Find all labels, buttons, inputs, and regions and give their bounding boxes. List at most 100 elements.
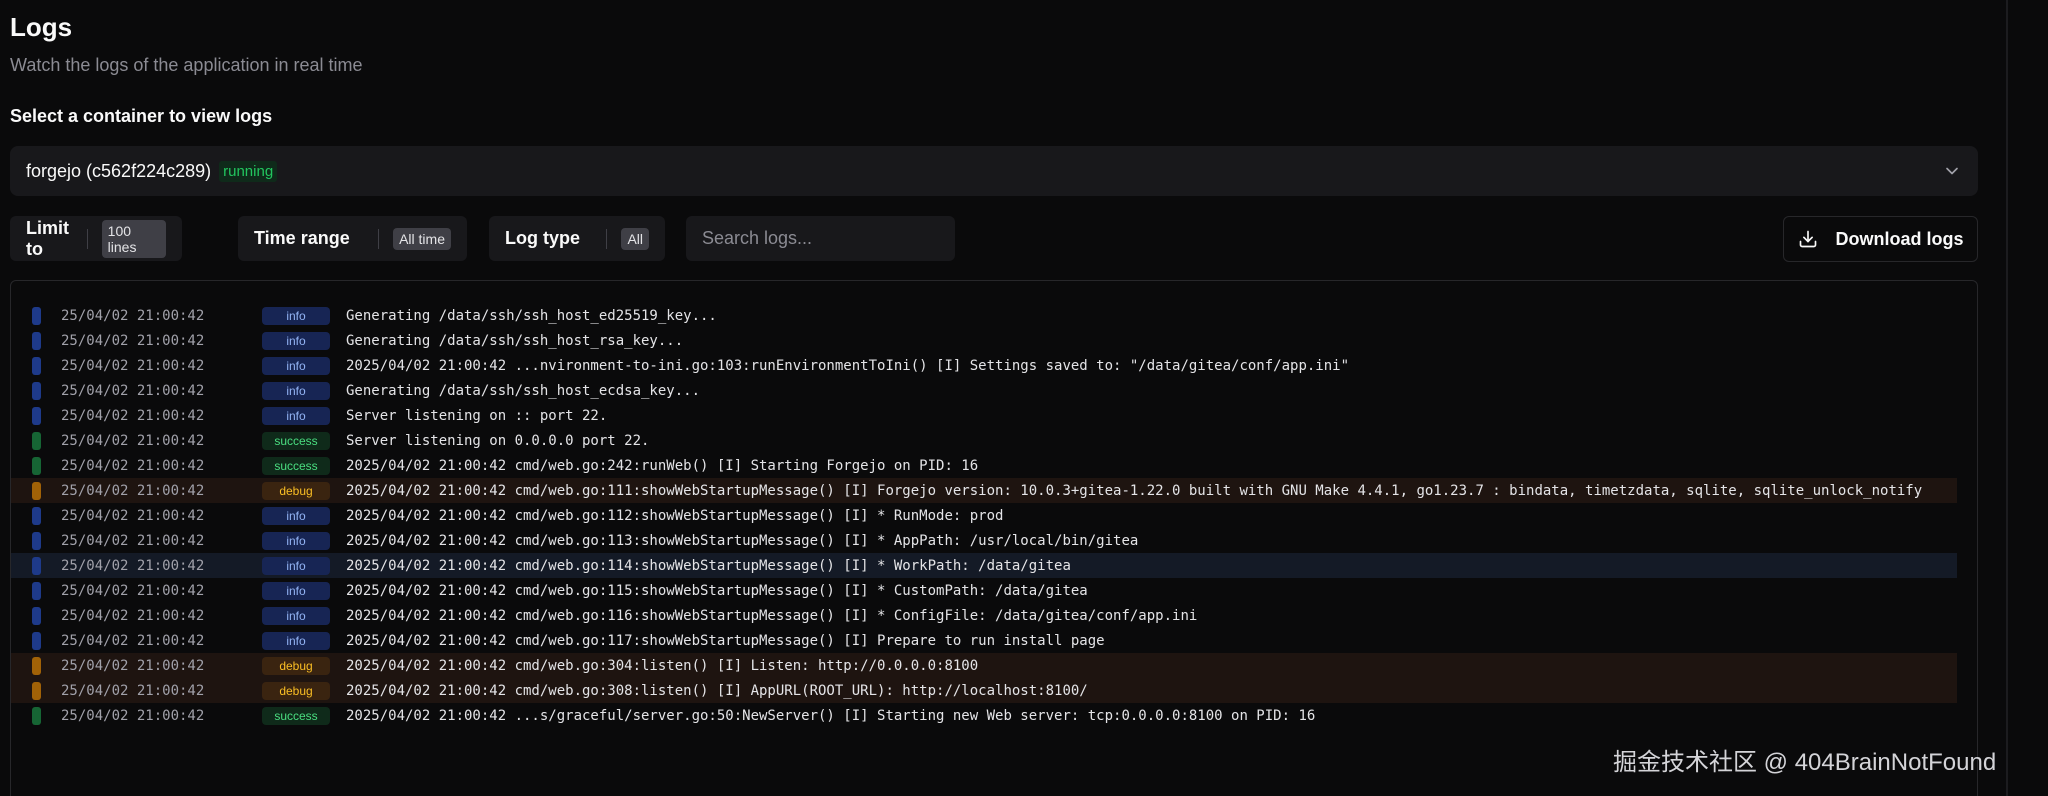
log-message: 2025/04/02 21:00:42 ...s/graceful/server… (346, 708, 1316, 724)
log-message: Generating /data/ssh/ssh_host_ed25519_ke… (346, 308, 717, 324)
log-message: 2025/04/02 21:00:42 cmd/web.go:116:showW… (346, 608, 1198, 624)
log-level-badge: info (262, 357, 330, 375)
time-range-filter-label: Time range (254, 228, 350, 248)
log-type-filter-divider (606, 228, 608, 249)
log-level-badge: info (262, 632, 330, 650)
log-level-badge: info (262, 382, 330, 400)
time-range-filter[interactable]: Time range All time (238, 216, 467, 261)
container-select[interactable]: forgejo (c562f224c289) running (10, 146, 1978, 196)
log-level-badge: success (262, 457, 330, 475)
log-row[interactable]: 25/04/02 21:00:42 success 2025/04/02 21:00… (11, 703, 1957, 728)
limit-filter-label: Limit to (26, 217, 69, 259)
log-row[interactable]: 25/04/02 21:00:42 info 2025/04/02 21:00:42… (11, 528, 1957, 553)
log-timestamp: 25/04/02 21:00:42 (61, 708, 205, 724)
log-level-indicator (32, 707, 41, 725)
log-level-indicator (32, 682, 41, 700)
log-message: Server listening on 0.0.0.0 port 22. (346, 433, 650, 449)
log-message: 2025/04/02 21:00:42 cmd/web.go:112:showW… (346, 508, 1004, 524)
log-message: Server listening on :: port 22. (346, 408, 608, 424)
log-row[interactable]: 25/04/02 21:00:42 debug 2025/04/02 21:00:4… (11, 653, 1957, 678)
log-row[interactable]: 25/04/02 21:00:42 info Server listening on… (11, 403, 1957, 428)
log-timestamp: 25/04/02 21:00:42 (61, 408, 205, 424)
log-message: 2025/04/02 21:00:42 cmd/web.go:113:showW… (346, 533, 1139, 549)
log-level-indicator (32, 332, 41, 350)
download-logs-label: Download logs (1835, 228, 1964, 249)
log-row[interactable]: 25/04/02 21:00:42 info 2025/04/02 21:00:42… (11, 578, 1957, 603)
log-level-indicator (32, 382, 41, 400)
log-timestamp: 25/04/02 21:00:42 (61, 483, 205, 499)
log-timestamp: 25/04/02 21:00:42 (61, 383, 205, 399)
log-level-indicator (32, 457, 41, 475)
log-type-filter-value: All (621, 227, 649, 250)
log-message: Generating /data/ssh/ssh_host_rsa_key... (346, 333, 684, 349)
log-message: 2025/04/02 21:00:42 ...nvironment-to-ini… (346, 358, 1350, 374)
log-level-indicator (32, 407, 41, 425)
limit-filter[interactable]: Limit to 100 lines (10, 216, 182, 261)
log-timestamp: 25/04/02 21:00:42 (61, 558, 205, 574)
log-row[interactable]: 25/04/02 21:00:42 info 2025/04/02 21:00:42… (11, 603, 1957, 628)
log-level-badge: info (262, 607, 330, 625)
log-row[interactable]: 25/04/02 21:00:42 info 2025/04/02 21:00:42… (11, 553, 1957, 578)
page-title: Logs (10, 12, 73, 42)
log-level-badge: success (262, 432, 330, 450)
log-level-badge: debug (262, 682, 330, 700)
chevron-down-icon (1946, 167, 1958, 175)
limit-filter-value: 100 lines (101, 219, 166, 258)
log-row[interactable]: 25/04/02 21:00:42 info Generating /data/ss… (11, 303, 1957, 328)
log-level-badge: info (262, 307, 330, 325)
log-row[interactable]: 25/04/02 21:00:42 debug 2025/04/02 21:00:4… (11, 678, 1957, 703)
log-message: 2025/04/02 21:00:42 cmd/web.go:111:showW… (346, 483, 1923, 499)
log-row[interactable]: 25/04/02 21:00:42 success Server listening… (11, 428, 1957, 453)
log-row[interactable]: 25/04/02 21:00:42 success 2025/04/02 21:00… (11, 453, 1957, 478)
log-row[interactable]: 25/04/02 21:00:42 info Generating /data/ss… (11, 328, 1957, 353)
log-level-indicator (32, 582, 41, 600)
limit-filter-divider (86, 228, 88, 249)
log-level-indicator (32, 632, 41, 650)
log-row[interactable]: 25/04/02 21:00:42 info 2025/04/02 21:00:42… (11, 503, 1957, 528)
container-select-label: Select a container to view logs (10, 106, 273, 126)
log-timestamp: 25/04/02 21:00:42 (61, 533, 205, 549)
log-timestamp: 25/04/02 21:00:42 (61, 433, 205, 449)
log-row[interactable]: 25/04/02 21:00:42 info 2025/04/02 21:00:42… (11, 628, 1957, 653)
log-level-badge: debug (262, 482, 330, 500)
log-message: Generating /data/ssh/ssh_host_ecdsa_key.… (346, 383, 701, 399)
time-range-filter-value: All time (393, 227, 451, 250)
log-message: 2025/04/02 21:00:42 cmd/web.go:242:runWe… (346, 458, 979, 474)
log-level-badge: info (262, 407, 330, 425)
log-message: 2025/04/02 21:00:42 cmd/web.go:304:liste… (346, 658, 979, 674)
log-timestamp: 25/04/02 21:00:42 (61, 333, 205, 349)
log-level-badge: info (262, 557, 330, 575)
log-row[interactable]: 25/04/02 21:00:42 info Generating /data/ss… (11, 378, 1957, 403)
download-logs-button[interactable]: Download logs (1783, 216, 1978, 262)
log-timestamp: 25/04/02 21:00:42 (61, 683, 205, 699)
page-subtitle: Watch the logs of the application in rea… (10, 55, 363, 75)
watermark: 掘金技术社区 @ 404BrainNotFound (1613, 749, 1997, 776)
log-timestamp: 25/04/02 21:00:42 (61, 508, 205, 524)
log-level-indicator (32, 532, 41, 550)
log-level-badge: info (262, 532, 330, 550)
log-message: 2025/04/02 21:00:42 cmd/web.go:117:showW… (346, 633, 1105, 649)
container-name: forgejo (c562f224c289) (26, 160, 212, 181)
log-panel[interactable]: 25/04/02 21:00:42 info Generating /data/ss… (10, 280, 1978, 796)
log-level-badge: debug (262, 657, 330, 675)
log-message: 2025/04/02 21:00:42 cmd/web.go:308:liste… (346, 683, 1088, 699)
log-timestamp: 25/04/02 21:00:42 (61, 358, 205, 374)
log-level-badge: success (262, 707, 330, 725)
log-level-badge: info (262, 332, 330, 350)
log-rows: 25/04/02 21:00:42 info Generating /data/ss… (11, 303, 1967, 728)
log-timestamp: 25/04/02 21:00:42 (61, 458, 205, 474)
log-level-indicator (32, 557, 41, 575)
log-level-indicator (32, 507, 41, 525)
log-row[interactable]: 25/04/02 21:00:42 info 2025/04/02 21:00:42… (11, 353, 1957, 378)
status-badge: running (219, 160, 278, 182)
search-logs-input[interactable] (686, 216, 955, 261)
log-row[interactable]: 25/04/02 21:00:42 debug 2025/04/02 21:00:4… (11, 478, 1957, 503)
log-type-filter-label: Log type (505, 228, 580, 248)
log-type-filter[interactable]: Log type All (489, 216, 665, 261)
log-timestamp: 25/04/02 21:00:42 (61, 633, 205, 649)
log-level-badge: info (262, 507, 330, 525)
log-level-badge: info (262, 582, 330, 600)
log-level-indicator (32, 657, 41, 675)
log-timestamp: 25/04/02 21:00:42 (61, 608, 205, 624)
filters-bar: Limit to 100 lines Time range All time L… (10, 216, 1978, 262)
